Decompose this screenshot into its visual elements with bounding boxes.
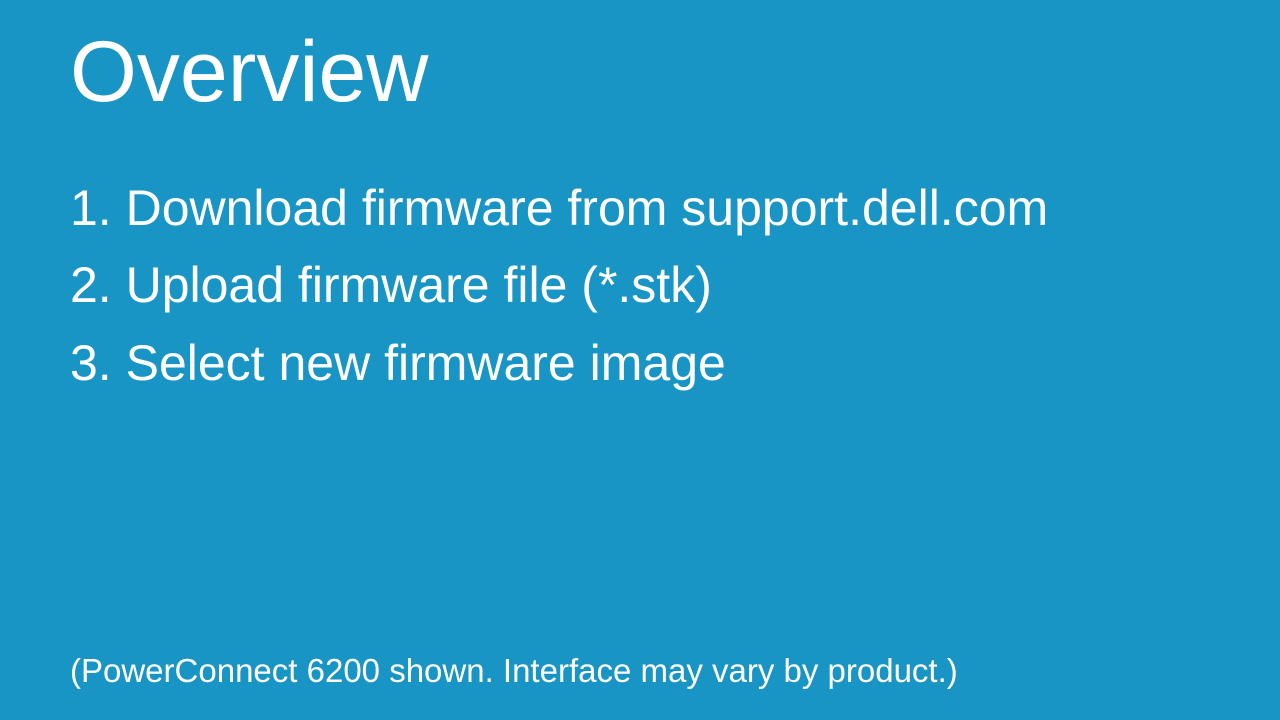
step-item: 3. Select new firmware image bbox=[70, 325, 1210, 403]
footnote-text: (PowerConnect 6200 shown. Interface may … bbox=[70, 652, 1210, 690]
slide-title: Overview bbox=[70, 25, 1210, 120]
step-item: 1. Download firmware from support.dell.c… bbox=[70, 170, 1210, 248]
step-item: 2. Upload firmware file (*.stk) bbox=[70, 247, 1210, 325]
steps-list: 1. Download firmware from support.dell.c… bbox=[70, 170, 1210, 652]
